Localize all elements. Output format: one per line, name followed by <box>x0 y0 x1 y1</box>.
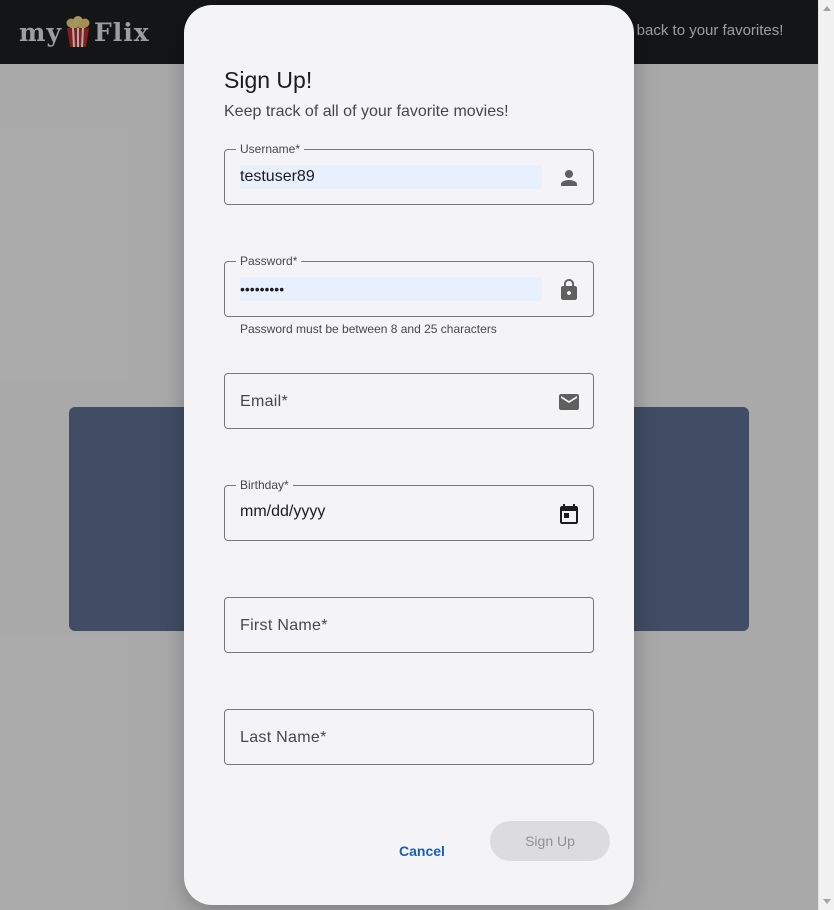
password-input[interactable]: ••••••••• <box>240 277 542 301</box>
first-name-placeholder: First Name* <box>240 617 328 634</box>
birthday-label: Birthday* <box>236 478 293 492</box>
page-scrollbar[interactable] <box>818 0 834 910</box>
scroll-up-arrow-icon[interactable] <box>823 6 831 11</box>
lock-icon <box>561 279 577 300</box>
username-input[interactable]: testuser89 <box>240 165 542 189</box>
birthday-field[interactable]: Birthday* mm/dd/yyyy <box>224 478 594 541</box>
signup-dialog: Sign Up! Keep track of all of your favor… <box>184 5 634 905</box>
dialog-title: Sign Up! <box>224 67 313 93</box>
username-field[interactable]: Username* testuser89 <box>224 142 594 205</box>
last-name-placeholder: Last Name* <box>240 729 327 746</box>
email-field[interactable]: Email* <box>224 373 594 429</box>
scroll-down-arrow-icon[interactable] <box>823 899 831 904</box>
birthday-input[interactable]: mm/dd/yyyy <box>240 503 325 521</box>
sign-up-button[interactable]: Sign Up <box>490 821 610 861</box>
mail-icon <box>559 394 579 410</box>
username-label: Username* <box>236 142 305 156</box>
password-field[interactable]: Password* ••••••••• <box>224 254 594 317</box>
first-name-field[interactable]: First Name* <box>224 597 594 653</box>
password-label: Password* <box>236 254 302 268</box>
cancel-button[interactable]: Cancel <box>384 831 460 871</box>
email-placeholder: Email* <box>240 393 289 410</box>
dialog-subtitle: Keep track of all of your favorite movie… <box>224 103 509 120</box>
calendar-icon[interactable] <box>557 502 581 526</box>
person-icon <box>561 170 577 186</box>
password-helper-text: Password must be between 8 and 25 charac… <box>240 322 497 336</box>
last-name-field[interactable]: Last Name* <box>224 709 594 765</box>
